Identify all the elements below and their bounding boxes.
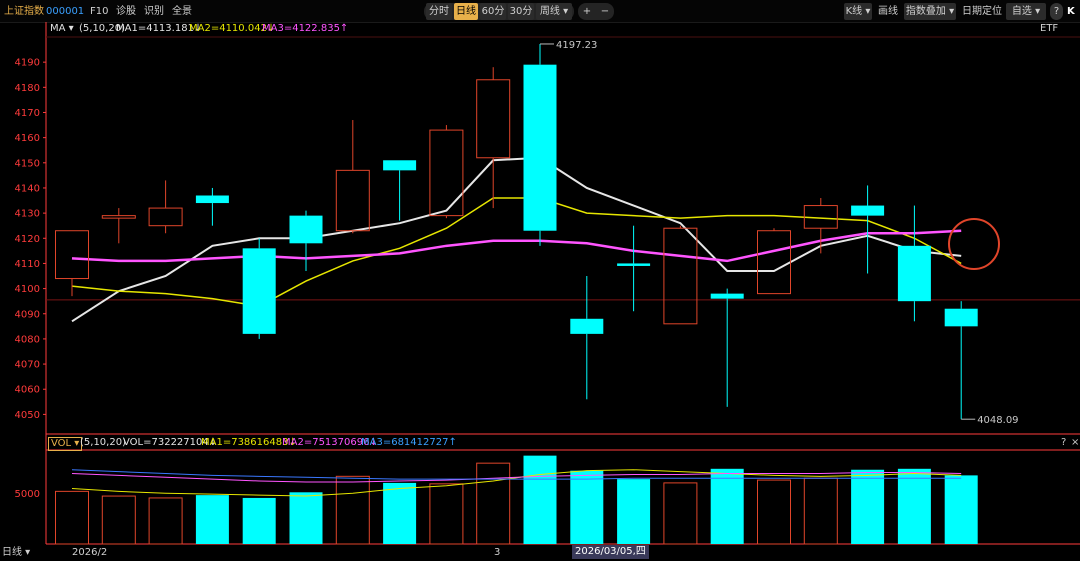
y-tick-label: 4160	[15, 133, 40, 144]
candle-body	[710, 293, 744, 299]
candle-body	[55, 230, 89, 280]
highlight-circle	[948, 218, 1000, 270]
volume-tick-label: 5000	[15, 489, 40, 500]
month-label: 2026/2	[72, 547, 108, 558]
candle-body	[148, 207, 183, 227]
y-tick-label: 4060	[15, 385, 40, 396]
volume-bar	[335, 475, 370, 545]
volume-bar	[803, 477, 838, 545]
candle-body	[429, 129, 464, 217]
volume-bar	[897, 468, 931, 544]
volume-bar	[851, 469, 885, 544]
y-tick-label: 4120	[15, 234, 40, 245]
cursor-date-label: 2026/03/05,四	[572, 545, 649, 559]
volume-bar	[757, 479, 791, 545]
y-tick-label: 4050	[15, 410, 40, 421]
y-tick-label: 4130	[15, 209, 40, 220]
vol-close-icon[interactable]: ×	[1071, 436, 1079, 450]
volume-bar	[383, 482, 417, 544]
volume-bar	[55, 490, 89, 545]
candle-body	[289, 215, 323, 244]
candle-body	[242, 248, 276, 334]
vol-help-icon[interactable]: ?	[1061, 436, 1066, 450]
volume-bar	[476, 462, 511, 545]
volume-bar	[101, 495, 136, 545]
chart-window: 上证指数 000001 F10 诊股 识别 全景 分时 日线 60分 30分 周…	[0, 0, 1080, 561]
y-tick-label: 4070	[15, 360, 40, 371]
y-tick-label: 4100	[15, 284, 40, 295]
y-tick-label: 4140	[15, 183, 40, 194]
volume-bar	[289, 492, 323, 544]
candle-body	[944, 308, 978, 327]
y-tick-label: 4180	[15, 83, 40, 94]
vol-params: (5,10,20)	[80, 437, 126, 448]
vol-ma3-value: MA3=681412727↑	[361, 437, 457, 448]
period-selector[interactable]: 日线 ▾	[2, 545, 30, 560]
candle-body	[570, 318, 604, 334]
y-tick-label: 4190	[15, 58, 40, 69]
price-ma-line-ma3	[71, 229, 962, 263]
volume-bar	[523, 455, 557, 544]
candle-body	[476, 79, 511, 159]
candle-body	[383, 160, 417, 171]
y-tick-label: 4170	[15, 108, 40, 119]
volume-bar	[242, 497, 276, 544]
y-tick-label: 4080	[15, 334, 40, 345]
volume-bar	[429, 483, 464, 545]
y-tick-label: 4150	[15, 158, 40, 169]
candle-body	[851, 205, 885, 216]
candle-body	[897, 245, 931, 302]
candle-body	[523, 64, 557, 231]
candle-body	[663, 227, 698, 325]
min-price-label: 4048.09	[977, 415, 1018, 426]
volume-bar	[944, 475, 978, 544]
volume-bar	[617, 479, 651, 544]
candle-body	[757, 230, 791, 295]
price-ma-line-ma2	[71, 197, 962, 307]
vol-indicator-menu[interactable]: VOL ▾	[48, 437, 83, 451]
candle-body	[335, 169, 370, 232]
candle-body	[101, 215, 136, 219]
volume-bar	[663, 482, 698, 545]
volume-bar	[570, 470, 604, 544]
y-tick-label: 4090	[15, 309, 40, 320]
volume-bar	[710, 468, 744, 544]
y-tick-label: 4110	[15, 259, 40, 270]
volume-bar	[148, 497, 183, 545]
volume-ma-line-ma2	[71, 472, 962, 483]
candle-body	[195, 195, 229, 204]
candle-body	[617, 263, 651, 266]
volume-bar	[195, 495, 229, 544]
kline-chart[interactable]: 4050 4060 4070 4080 4090 4100 4110 4120 4130 4140…	[0, 0, 1080, 561]
max-price-label: 4197.23	[556, 40, 597, 51]
day-label: 3	[494, 547, 501, 558]
